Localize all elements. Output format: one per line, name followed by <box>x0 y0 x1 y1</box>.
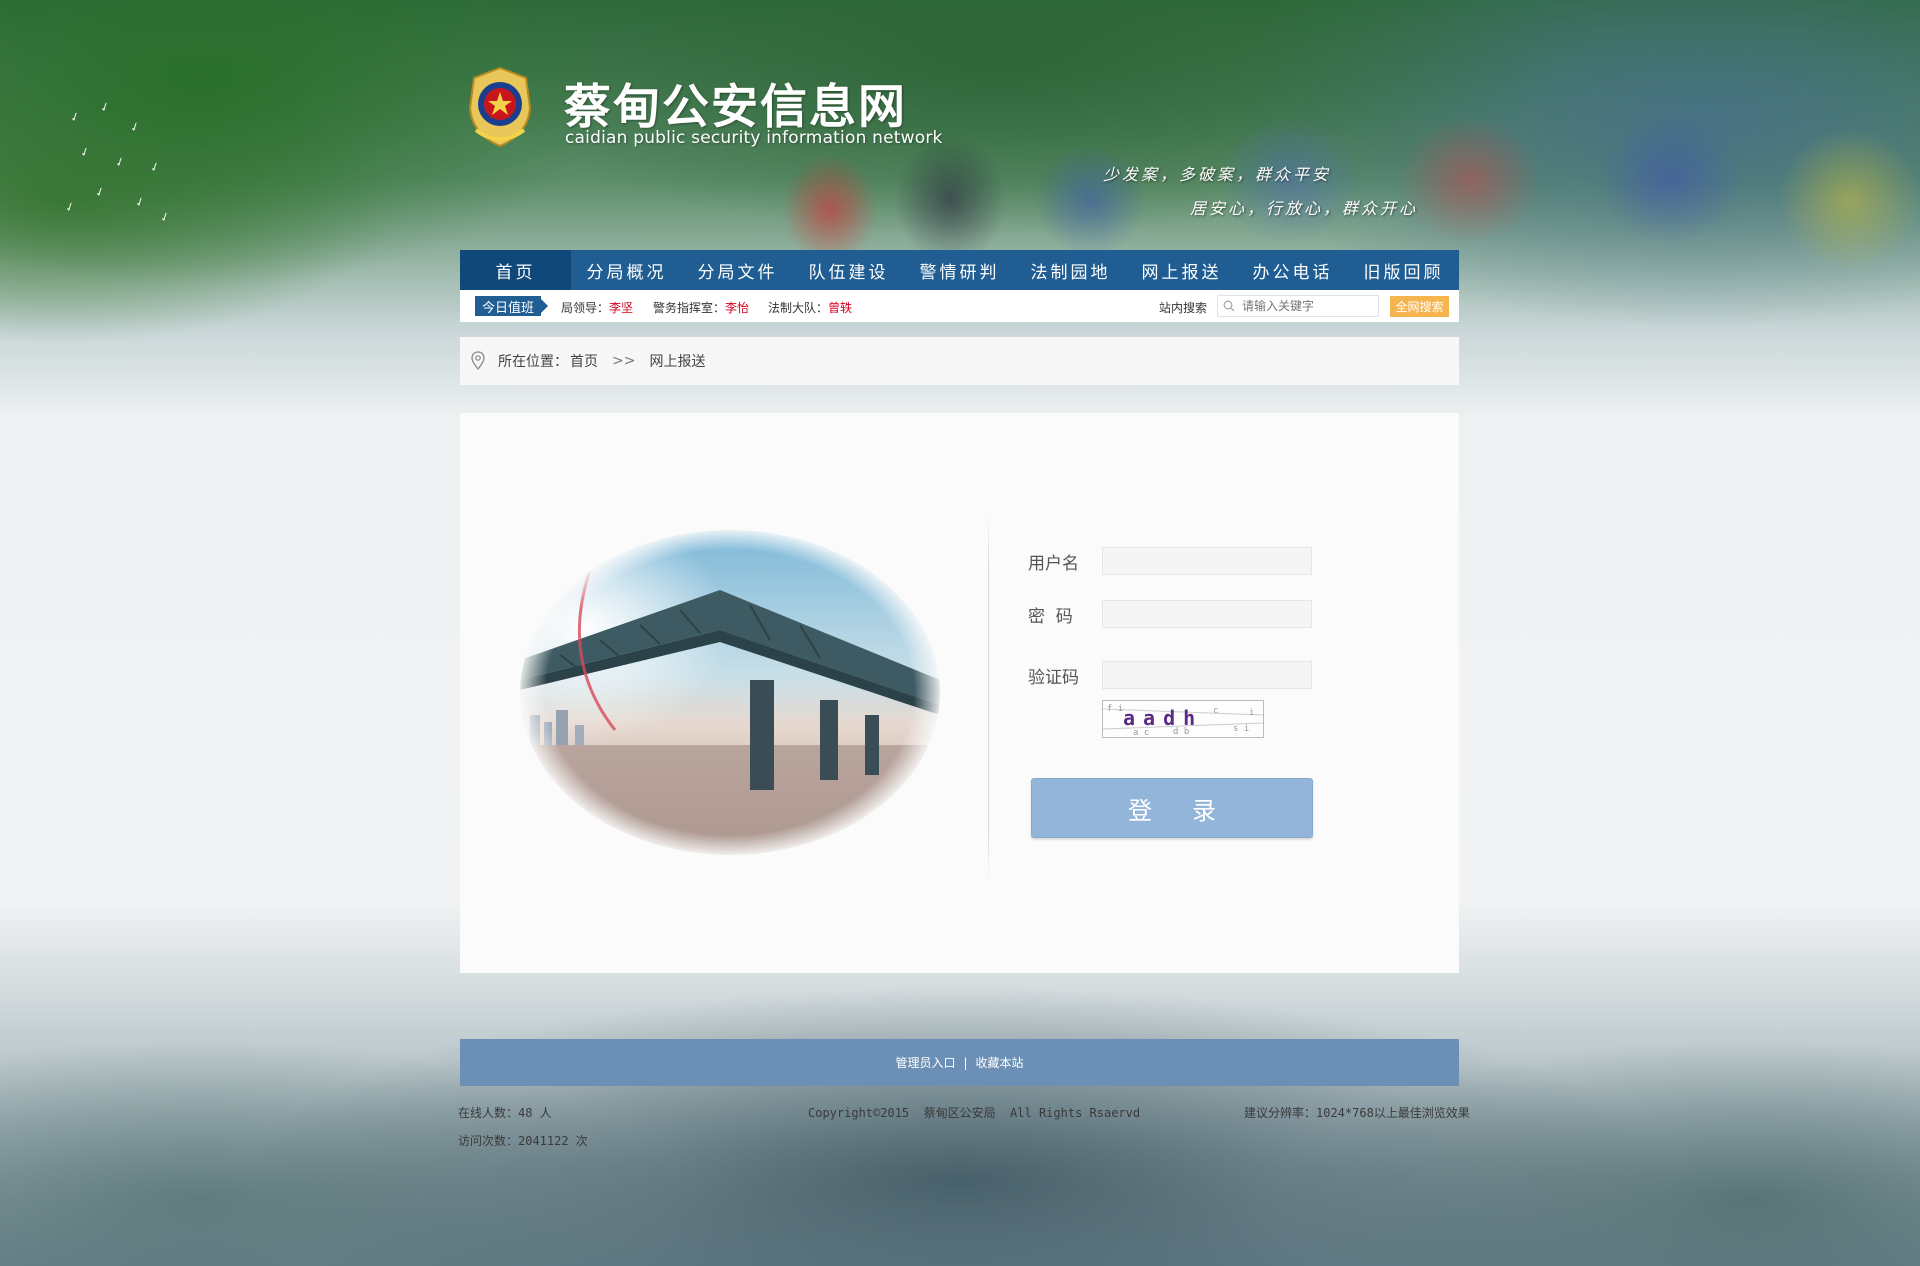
breadcrumb-home-link[interactable]: 首页 <box>570 351 598 371</box>
police-emblem-logo <box>468 66 532 148</box>
nav-item-old-version[interactable]: 旧版回顾 <box>1348 250 1459 290</box>
svg-text:c: c <box>1213 706 1218 716</box>
duty-entry-command: 警务指挥室：李怡 <box>653 299 749 316</box>
svg-text:i: i <box>1249 708 1254 718</box>
search-box <box>1217 295 1379 317</box>
duty-entry-leader: 局领导：李坚 <box>561 299 633 316</box>
nav-item-team-building[interactable]: 队伍建设 <box>793 250 904 290</box>
captcha-text: aadh <box>1123 706 1203 730</box>
site-subtitle: caidian public security information netw… <box>565 128 943 148</box>
login-button[interactable]: 登录 <box>1031 778 1313 838</box>
nav-item-overview[interactable]: 分局概况 <box>571 250 682 290</box>
svg-text:f i: f i <box>1107 704 1123 714</box>
duty-name: 李怡 <box>725 301 750 315</box>
duty-badge: 今日值班 <box>475 296 548 316</box>
nav-item-office-phone[interactable]: 办公电话 <box>1237 250 1348 290</box>
nav-item-online-report[interactable]: 网上报送 <box>1126 250 1237 290</box>
birds-decoration: ✓ ✓ ✓ ✓ ✓ ✓ ✓ ✓ ✓ ✓ <box>62 98 173 226</box>
main-nav: 首页 分局概况 分局文件 队伍建设 警情研判 法制园地 网上报送 办公电话 旧版… <box>460 250 1459 290</box>
nav-item-home[interactable]: 首页 <box>460 250 571 290</box>
search-icon <box>1223 300 1235 312</box>
admin-entry-link[interactable]: 管理员入口 <box>895 1054 955 1071</box>
duty-entry-legal: 法制大队：曾轶 <box>768 299 852 316</box>
username-label: 用户名 <box>1028 554 1079 574</box>
duty-name: 曾轶 <box>828 301 853 315</box>
web-search-button[interactable]: 全网搜索 <box>1390 296 1449 317</box>
breadcrumb-prefix: 所在位置： <box>498 354 568 370</box>
site-title: 蔡甸公安信息网 <box>564 80 907 135</box>
duty-title: 警务指挥室： <box>653 301 726 315</box>
add-favorite-link[interactable]: 收藏本站 <box>976 1054 1024 1071</box>
duty-name: 李坚 <box>609 301 634 315</box>
duty-bar: 今日值班 局领导：李坚 警务指挥室：李怡 法制大队：曾轶 站内搜索 全网搜索 <box>460 290 1459 322</box>
bridge-photo <box>520 530 940 855</box>
footer-divider: | <box>963 1055 968 1070</box>
username-input[interactable] <box>1102 547 1312 575</box>
panel-divider <box>988 513 989 885</box>
duty-title: 局领导： <box>561 301 610 315</box>
breadcrumb: 所在位置： 首页 >> 网上报送 <box>460 337 1459 385</box>
search-input[interactable] <box>1242 298 1374 314</box>
visit-count: 访问次数：2041122 次 <box>458 1134 588 1148</box>
password-label: 密 码 <box>1028 607 1073 627</box>
breadcrumb-current: 网上报送 <box>649 354 706 370</box>
svg-text:s i: s i <box>1233 724 1249 734</box>
copyright-text: Copyright©2015 蔡甸区公安局 All Rights Rsaervd <box>808 1106 1141 1120</box>
captcha-input[interactable] <box>1102 661 1312 689</box>
footer-bar: 管理员入口 | 收藏本站 <box>460 1039 1459 1086</box>
captcha-graphic: f ia cc s iid b aadh <box>1102 704 1264 738</box>
resolution-tip: 建议分辨率：1024*768以上最佳浏览效果 <box>1244 1106 1470 1120</box>
captcha-label: 验证码 <box>1028 668 1079 688</box>
location-pin-icon <box>471 351 485 370</box>
login-panel: 用户名 密 码 验证码 f ia cc s iid b aadh 登录 <box>460 413 1459 973</box>
nav-item-police-analysis[interactable]: 警情研判 <box>904 250 1015 290</box>
nav-item-documents[interactable]: 分局文件 <box>682 250 793 290</box>
password-input[interactable] <box>1102 600 1312 628</box>
breadcrumb-separator: >> <box>612 353 636 369</box>
duty-title: 法制大队： <box>768 301 829 315</box>
captcha-image[interactable]: f ia cc s iid b aadh <box>1102 700 1264 738</box>
online-count: 在线人数：48 人 <box>458 1106 552 1120</box>
bridge-illustration <box>520 530 940 855</box>
nav-item-legal[interactable]: 法制园地 <box>1015 250 1126 290</box>
site-search-label: 站内搜索 <box>1159 301 1208 315</box>
slogan-line-2: 居安心，行放心，群众开心 <box>1190 199 1419 218</box>
slogan-line-1: 少发案，多破案，群众平安 <box>1103 165 1332 184</box>
